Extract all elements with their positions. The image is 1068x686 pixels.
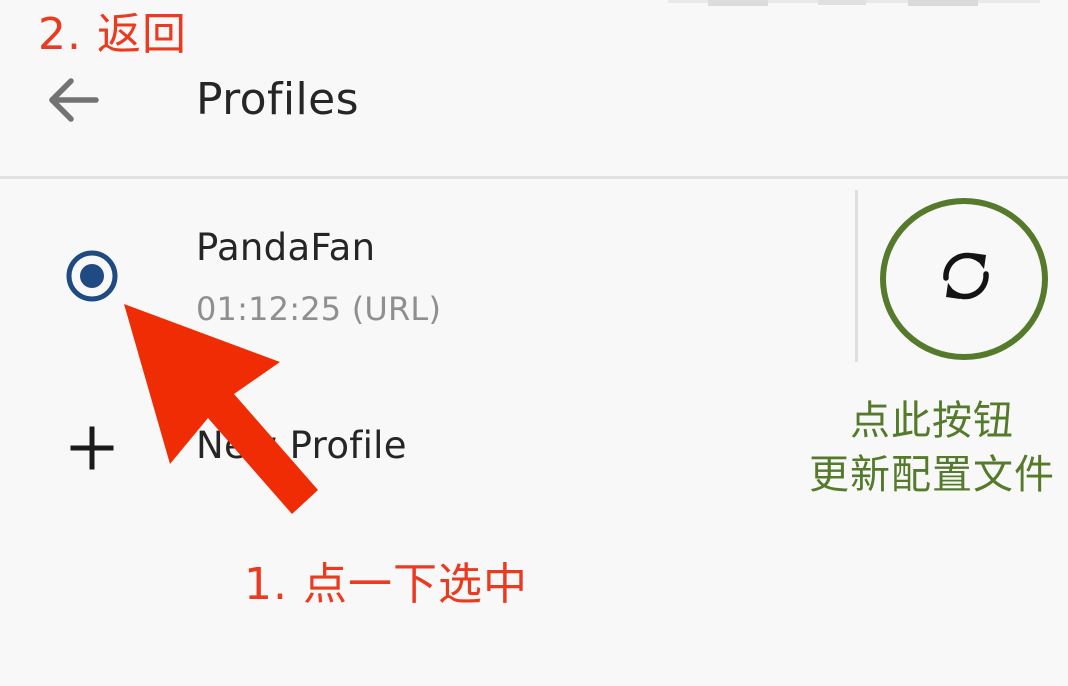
radio-selected-icon[interactable]	[62, 246, 122, 306]
update-profile-button[interactable]	[926, 236, 1006, 316]
row-divider	[855, 190, 858, 362]
annotation-back-hint: 2. 返回	[38, 9, 187, 60]
plus-icon	[70, 426, 114, 470]
annotation-select-hint: 1. 点一下选中	[244, 559, 528, 610]
arrow-left-icon	[49, 78, 99, 122]
app-bar-divider	[0, 176, 1068, 179]
back-button[interactable]	[44, 72, 104, 128]
new-profile-button[interactable]: New Profile	[0, 404, 800, 494]
profiles-screen: Profiles PandaFan 01:12:25 (URL) New Pro…	[0, 0, 1068, 686]
annotation-update-hint: 点此按钮 更新配置文件	[796, 394, 1068, 502]
new-profile-label: New Profile	[196, 424, 407, 467]
page-title: Profiles	[196, 74, 359, 125]
sync-icon	[943, 252, 989, 300]
annotation-update-line-1: 点此按钮	[850, 398, 1014, 444]
profile-list-item[interactable]: PandaFan 01:12:25 (URL)	[0, 190, 1068, 362]
annotation-update-line-2: 更新配置文件	[809, 452, 1055, 498]
profile-name: PandaFan	[196, 226, 376, 269]
profile-updated-time: 01:12:25 (URL)	[196, 290, 442, 328]
